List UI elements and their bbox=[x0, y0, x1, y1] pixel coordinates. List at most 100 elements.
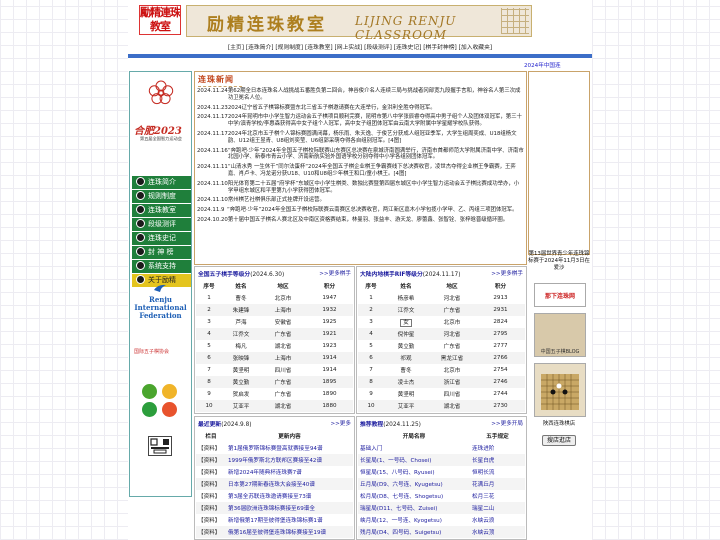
opening-rule-link[interactable]: 水峡云浪 bbox=[470, 514, 525, 526]
news-item[interactable]: 2024.11.23 2024辽宁省五子棋锦标赛暨东北三省五子棋邀请赛在大连举行，… bbox=[197, 105, 524, 112]
update-category[interactable]: 【资料】 bbox=[196, 478, 226, 490]
player-name[interactable]: 黄立勤 bbox=[222, 376, 260, 388]
opening-name-link[interactable]: 丘月局(D9、六号连、Kyugetsu) bbox=[358, 478, 470, 490]
news-title[interactable]: 第十届中国五子棋名人赛北区及中南区资格赛结束，林曼羽、张益丰、游天龙、廖蕾鑫、张… bbox=[228, 217, 524, 224]
update-content-link[interactable]: 1999年俄罗斯北方联邦区赛接至42谱 bbox=[226, 454, 353, 466]
gender-select[interactable]: 女 bbox=[400, 319, 412, 327]
opening-rule-link[interactable]: 花满丘月 bbox=[470, 478, 525, 490]
player-name[interactable]: 梅凡 bbox=[222, 340, 260, 352]
news-title[interactable]: “奔跑吧·少年”2024年全国五子棋校际联赛云南赛区总决赛收官，两江新区嘉木小学… bbox=[227, 207, 524, 214]
update-category[interactable]: 【资料】 bbox=[196, 490, 226, 502]
player-name[interactable]: 黄坚明 bbox=[384, 388, 428, 400]
update-content-link[interactable]: 第3届全苏联连珠邀请赛接至73谱 bbox=[226, 490, 353, 502]
blog-banner[interactable]: 中国五子棋BLOG bbox=[534, 313, 586, 357]
update-content-link[interactable]: 第1届俄罗斯锦标赛暨高就赛接至94谱 bbox=[226, 442, 353, 454]
update-category[interactable]: 【资料】 bbox=[196, 502, 226, 514]
side-menu-support[interactable]: 系统支持 bbox=[132, 260, 191, 273]
scrolling-announcement[interactable]: 2024年中国连 bbox=[524, 61, 592, 69]
side-menu-hall-of-fame[interactable]: 封 神 榜 bbox=[132, 246, 191, 259]
nav-history[interactable]: 连珠史记 bbox=[396, 45, 419, 51]
update-content-link[interactable]: 新增俄第17期圣彼得堡连珠锦标赛1谱 bbox=[226, 514, 353, 526]
side-menu-rules[interactable]: 规则制度 bbox=[132, 190, 191, 203]
wechat-moments-icon[interactable] bbox=[142, 402, 157, 417]
nav-grading[interactable]: 段级测评 bbox=[366, 45, 389, 51]
nav-bookmark[interactable]: 加入收藏夹 bbox=[461, 45, 490, 51]
games-emblem[interactable]: 合肥2023 第五届全国智力运动会 bbox=[130, 72, 191, 152]
nav-online[interactable]: 网上实战 bbox=[337, 45, 360, 51]
news-item[interactable]: 2024.11.10 阳光体育第二十五届“府学杯”东城区中小学生棋类、数独比赛暨第… bbox=[197, 181, 524, 195]
news-title[interactable]: “山清水秀 一生休干”同尔法蛋杯“2024年全国五子棋企业棋王争霸赛线下总决赛收… bbox=[228, 164, 524, 178]
update-category[interactable]: 【资料】 bbox=[196, 454, 226, 466]
player-name[interactable]: 朱建锋 bbox=[222, 304, 260, 316]
update-category[interactable]: 【资料】 bbox=[196, 514, 226, 526]
player-name[interactable]: 女 bbox=[384, 316, 428, 328]
player-name[interactable]: 艾亚平 bbox=[222, 400, 260, 412]
player-name[interactable]: 贺启发 bbox=[222, 388, 260, 400]
news-item[interactable]: 2024.11.24 第62期全日本连珠名人战挑战五番胜负第二回合，神谷俊介名人连… bbox=[197, 88, 524, 102]
nav-intro[interactable]: 连珠简介 bbox=[248, 45, 271, 51]
news-title[interactable]: 第62期全日本连珠名人战挑战五番胜负第二回合，神谷俊介名人连续三局与挑战者冈部宽… bbox=[228, 88, 524, 102]
side-menu-history[interactable]: 连珠史记 bbox=[132, 232, 191, 245]
player-name[interactable]: 倪仲星 bbox=[384, 328, 428, 340]
player-name[interactable]: 祁观 bbox=[384, 352, 428, 364]
player-name[interactable]: 曹冬 bbox=[222, 292, 260, 304]
opening-rule-link[interactable]: 连珠进阶 bbox=[470, 442, 525, 454]
news-title[interactable]: 2024年北京市五子棋个人锦标赛圆满闭幕，杨乐雨、朱天逸、于俊艺分获成人组冠亚季… bbox=[228, 131, 524, 145]
news-item[interactable]: 2024.11.16 “奔跑吧·少年”2024年全国五子棋校际联赛山东赛区总决赛在… bbox=[197, 148, 524, 162]
player-name[interactable]: 艾亚平 bbox=[384, 400, 428, 412]
player-name[interactable]: 凌士杰 bbox=[384, 376, 428, 388]
opening-name-link[interactable]: 瑞星局(D11、七号码、Zuisei) bbox=[358, 502, 470, 514]
update-category[interactable]: 【资料】 bbox=[196, 442, 226, 454]
nav-home[interactable]: 主页 bbox=[230, 45, 242, 51]
association-link[interactable]: 国际五子棋协会 bbox=[134, 348, 192, 355]
renju-net-banner[interactable]: 那下连珠网 bbox=[534, 283, 586, 307]
news-title[interactable]: 常州棋艺社棋俱乐部正式挂牌开设运营。 bbox=[228, 197, 524, 204]
news-item[interactable]: 2024.11.10 常州棋艺社棋俱乐部正式挂牌开设运营。 bbox=[197, 197, 524, 204]
site-logo[interactable]: 勵精連珠教室 bbox=[139, 5, 181, 35]
update-category[interactable]: 【资料】 bbox=[196, 526, 226, 538]
player-name[interactable]: 江乔文 bbox=[222, 328, 260, 340]
event-link[interactable]: 第13届世界青少年连珠锦标赛于2024年11月3日在爱沙 bbox=[528, 251, 590, 272]
opening-name-link[interactable]: 峡月局(12、一号连、Kyogetsu) bbox=[358, 514, 470, 526]
side-menu-grading[interactable]: 段级测评 bbox=[132, 218, 191, 231]
player-name[interactable]: 黄坚明 bbox=[222, 364, 260, 376]
news-item[interactable]: 2024.11.11 “山清水秀 一生休干”同尔法蛋杯“2024年全国五子棋企业棋… bbox=[197, 164, 524, 178]
wechat-icon[interactable] bbox=[142, 384, 157, 399]
store-photo[interactable] bbox=[534, 363, 586, 417]
nav-rules[interactable]: 规则制度 bbox=[278, 45, 301, 51]
qq-icon[interactable] bbox=[162, 384, 177, 399]
news-title[interactable]: 2024年昆明市中小学生智力运动会五子棋项目顺利完赛，昆明市第八中学张辰睿夺得高… bbox=[228, 114, 524, 128]
news-item[interactable]: 2024.10.20 第十届中国五子棋名人赛北区及中南区资格赛结束，林曼羽、张益丰… bbox=[197, 217, 524, 224]
player-name[interactable]: 芦海 bbox=[222, 316, 260, 328]
side-menu-intro[interactable]: 连珠简介 bbox=[132, 176, 191, 189]
update-content-link[interactable]: 俄第16届圣彼得堡连珠锦标赛接至19谱 bbox=[226, 526, 353, 538]
news-item[interactable]: 2024.11.17 2024年北京市五子棋个人锦标赛圆满闭幕，杨乐雨、朱天逸、于… bbox=[197, 131, 524, 145]
player-name[interactable]: 黄立勤 bbox=[384, 340, 428, 352]
opening-name-link[interactable]: 恒星局(15、八号码、Ryusei) bbox=[358, 466, 470, 478]
opening-name-link[interactable]: 松月局(D8、七号连、Shogetsu) bbox=[358, 490, 470, 502]
news-title[interactable]: “奔跑吧·少年”2024年全国五子棋校际联赛山东赛区总决赛在泉城济南圆满举行，济… bbox=[228, 148, 524, 162]
news-item[interactable]: 2024.11.17 2024年昆明市中小学生智力运动会五子棋项目顺利完赛，昆明市… bbox=[197, 114, 524, 128]
player-name[interactable]: 杨彦希 bbox=[384, 292, 428, 304]
news-title[interactable]: 2024辽宁省五子棋锦标赛暨东北三省五子棋邀请赛在大连举行，金洪利全胜夺得冠军。 bbox=[228, 105, 524, 112]
player-name[interactable]: 江乔文 bbox=[384, 304, 428, 316]
update-category[interactable]: 【资料】 bbox=[196, 466, 226, 478]
nav-classroom[interactable]: 连珠教室 bbox=[307, 45, 330, 51]
side-menu-classroom[interactable]: 连珠教室 bbox=[132, 204, 191, 217]
opening-rule-link[interactable]: 长星白虎 bbox=[470, 454, 525, 466]
player-name[interactable]: 张映锋 bbox=[222, 352, 260, 364]
update-content-link[interactable]: 新增2024年随典杯连珠赛7谱 bbox=[226, 466, 353, 478]
update-content-link[interactable]: 第36届欧洲连珠锦标赛接至69谱全 bbox=[226, 502, 353, 514]
opening-name-link[interactable]: 长星局(1、一号码、Chosei) bbox=[358, 454, 470, 466]
opening-rule-link[interactable]: 松月三花 bbox=[470, 490, 525, 502]
opening-name-link[interactable]: 基础入门 bbox=[358, 442, 470, 454]
opening-name-link[interactable]: 残月局(D4、四号码、Suigetsu) bbox=[358, 526, 470, 538]
opening-rule-link[interactable]: 水峡云顶 bbox=[470, 526, 525, 538]
news-item[interactable]: 2024.11.9 “奔跑吧·少年”2024年全国五子棋校际联赛云南赛区总决赛收官… bbox=[197, 207, 524, 214]
store-search-button[interactable]: 搜店逛店 bbox=[542, 435, 576, 446]
opening-rule-link[interactable]: 恒明长流 bbox=[470, 466, 525, 478]
more-openings-link[interactable]: >>更多开局 bbox=[491, 419, 523, 427]
rif-link[interactable]: Renju International Federation bbox=[130, 296, 191, 320]
more-updates-link[interactable]: >>更多 bbox=[330, 419, 351, 427]
more-players-link[interactable]: >>更多棋手 bbox=[319, 269, 351, 277]
